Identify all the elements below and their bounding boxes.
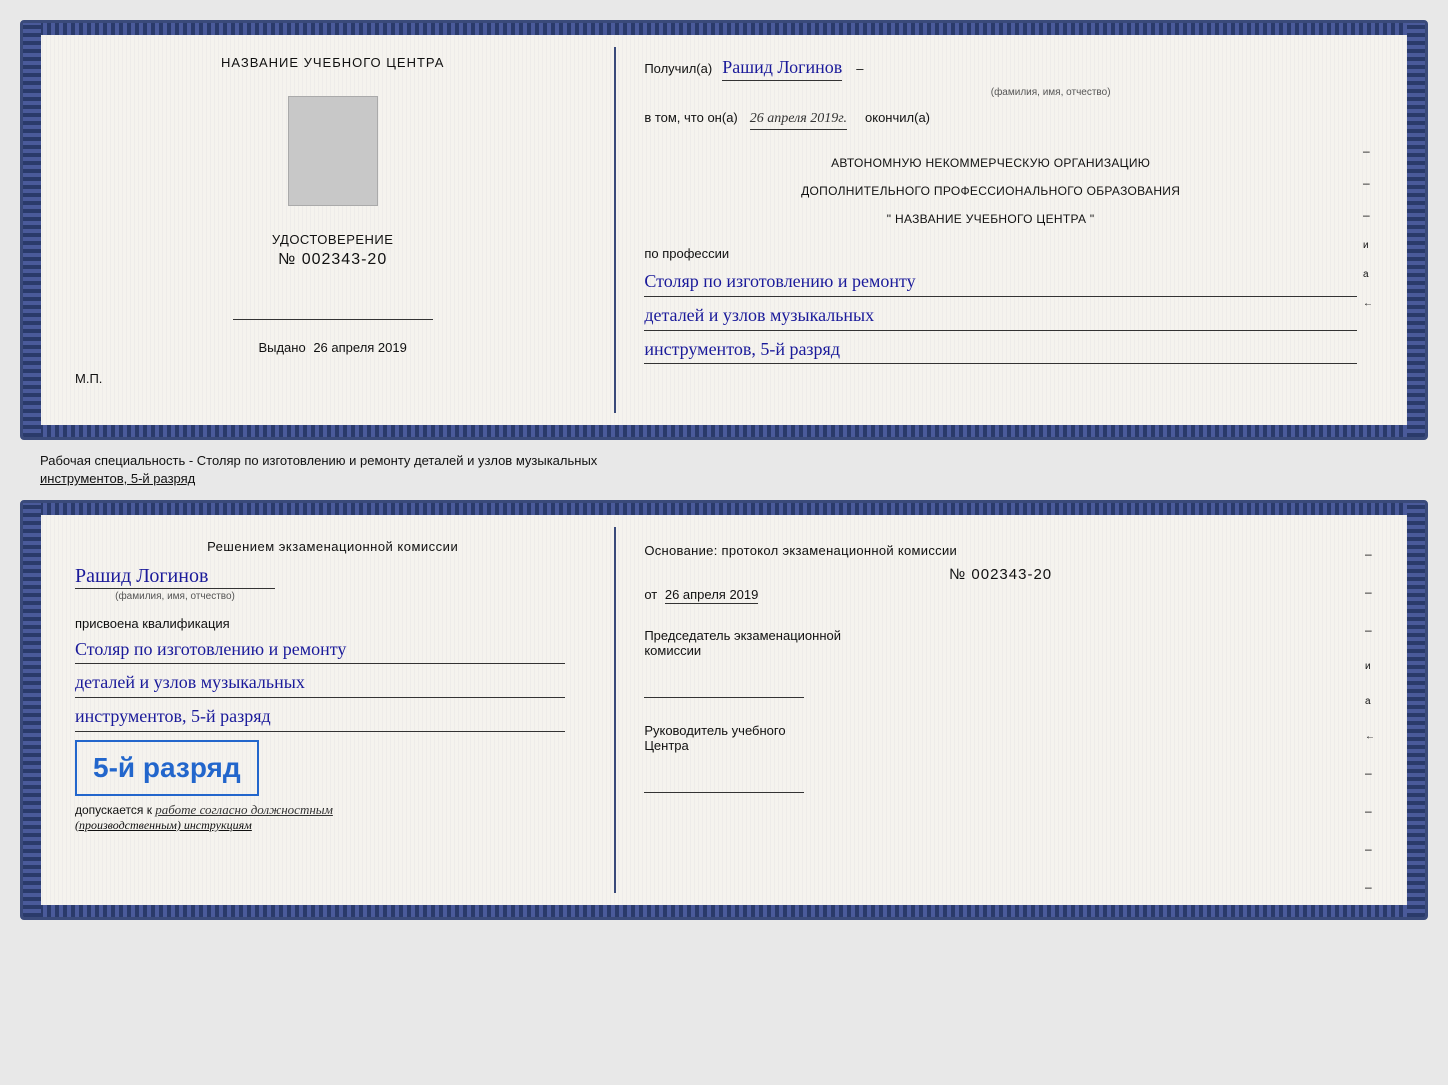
bottom-strip — [23, 425, 1425, 437]
issued-date: 26 апреля 2019 — [313, 340, 407, 355]
from-label: от — [644, 587, 657, 602]
top-left-panel: НАЗВАНИЕ УЧЕБНОГО ЦЕНТРА УДОСТОВЕРЕНИЕ №… — [51, 47, 616, 413]
left-strip — [23, 23, 41, 437]
bottom-document-card: Решением экзаменационной комиссии Рашид … — [20, 500, 1428, 920]
org-block: АВТОНОМНУЮ НЕКОММЕРЧЕСКУЮ ОРГАНИЗАЦИЮ ДО… — [644, 144, 1357, 232]
допускается-line: допускается к работе согласно должностны… — [75, 802, 333, 818]
bottom-top-strip — [23, 503, 1425, 515]
profession-line3-top: инструментов, 5-й разряд — [644, 335, 1357, 365]
profession-line1-bottom: Столяр по изготовлению и ремонту — [75, 635, 565, 665]
cert-photo — [288, 96, 378, 206]
chairman-label2: комиссии — [644, 643, 1357, 658]
org-title-line3: " НАЗВАНИЕ УЧЕБНОГО ЦЕНТРА " — [644, 210, 1337, 228]
received-label: Получил(а) — [644, 61, 712, 76]
vtom-date: 26 апреля 2019г. — [750, 111, 847, 130]
issued-line: Выдано 26 апреля 2019 — [258, 340, 406, 355]
руководитель-sign-line — [644, 773, 804, 793]
profession-line1-top: Столяр по изготовлению и ремонту — [644, 267, 1357, 297]
person-name-bottom: Рашид Логинов — [75, 565, 208, 587]
top-document-card: НАЗВАНИЕ УЧЕБНОГО ЦЕНТРА УДОСТОВЕРЕНИЕ №… — [20, 20, 1428, 440]
learning-center-title-left: НАЗВАНИЕ УЧЕБНОГО ЦЕНТРА — [221, 55, 444, 70]
name-sublabel-top: (фамилия, имя, отчество) — [744, 87, 1357, 98]
person-name-underline: Рашид Логинов — [75, 565, 275, 589]
received-line: Получил(а) Рашид Логинов – — [644, 57, 1357, 81]
org-title-line1: АВТОНОМНУЮ НЕКОММЕРЧЕСКУЮ ОРГАНИЗАЦИЮ — [644, 154, 1337, 172]
vtom-line: в том, что он(а) 26 апреля 2019г. окончи… — [644, 110, 1357, 130]
dash-top: – — [856, 61, 863, 76]
org-title-line2: ДОПОЛНИТЕЛЬНОГО ПРОФЕССИОНАЛЬНОГО ОБРАЗО… — [644, 182, 1337, 200]
po-professii-label: по профессии — [644, 246, 1357, 261]
okончил-label: окончил(а) — [865, 110, 930, 125]
from-date-value: 26 апреля 2019 — [665, 587, 759, 604]
chairman-block: Председатель экзаменационной комиссии — [644, 628, 1357, 703]
profession-line2-top: деталей и узлов музыкальных — [644, 301, 1357, 331]
commission-title: Решением экзаменационной комиссии — [75, 537, 590, 557]
recipient-name: Рашид Логинов — [722, 57, 842, 81]
side-dashes-bottom: – – – и а ← – – – – — [1365, 547, 1375, 894]
bottom-right-strip — [1407, 503, 1425, 917]
osnov-label: Основание: протокол экзаменационной коми… — [644, 543, 1357, 558]
mp-line: М.П. — [75, 371, 102, 386]
right-strip — [1407, 23, 1425, 437]
руководитель-label2: Центра — [644, 738, 1357, 753]
profession-line2-bottom: деталей и узлов музыкальных — [75, 668, 565, 698]
page-wrapper: НАЗВАНИЕ УЧЕБНОГО ЦЕНТРА УДОСТОВЕРЕНИЕ №… — [10, 10, 1438, 930]
chairman-label: Председатель экзаменационной — [644, 628, 1357, 643]
top-strip — [23, 23, 1425, 35]
vtom-label: в том, что он(а) — [644, 110, 737, 125]
руководитель-label: Руководитель учебного — [644, 723, 1357, 738]
issued-label: Выдано — [258, 340, 305, 355]
cert-title: УДОСТОВЕРЕНИЕ — [272, 232, 394, 247]
rank-bold-text: 5-й разряд — [93, 752, 241, 784]
protocol-number: № 002343-20 — [644, 566, 1357, 583]
bottom-left-panel: Решением экзаменационной комиссии Рашид … — [51, 527, 616, 893]
bottom-right-panel: Основание: протокол экзаменационной коми… — [616, 527, 1397, 893]
name-sublabel-bottom: (фамилия, имя, отчество) — [75, 591, 275, 602]
rank-bold-box: 5-й разряд — [75, 740, 259, 796]
side-dashes-top: – – – и а ← — [1363, 144, 1373, 309]
cert-number: № 002343-20 — [278, 251, 387, 269]
chairman-sign-line — [644, 678, 804, 698]
from-date-line: от 26 апреля 2019 — [644, 587, 1357, 602]
допускается-value: работе согласно должностным — [155, 802, 333, 817]
top-right-panel: Получил(а) Рашид Логинов – (фамилия, имя… — [616, 47, 1397, 413]
separator-underline-text: инструментов, 5-й разряд — [30, 465, 195, 492]
допускается-value2: (производственным) инструкциям — [75, 818, 252, 833]
bottom-left-strip — [23, 503, 41, 917]
separator-block: Рабочая специальность - Столяр по изгото… — [20, 448, 1428, 492]
bottom-bottom-strip — [23, 905, 1425, 917]
profession-line3-bottom: инструментов, 5-й разряд — [75, 702, 565, 732]
prisvoena-label: присвоена квалификация — [75, 616, 230, 631]
допускается-label: допускается к — [75, 803, 152, 817]
руководитель-block: Руководитель учебного Центра — [644, 723, 1357, 798]
